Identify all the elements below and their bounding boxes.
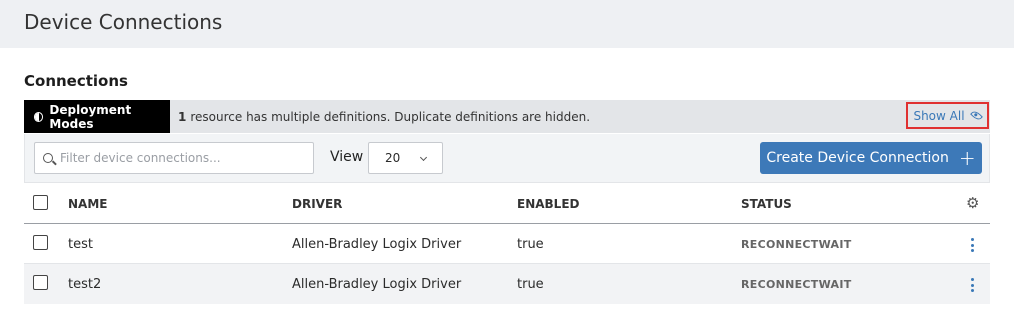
header-status[interactable]: STATUS [741, 184, 792, 224]
row-checkbox[interactable] [33, 275, 48, 290]
search-input[interactable] [60, 151, 300, 165]
row-driver: Allen-Bradley Logix Driver [292, 276, 462, 292]
show-all-label: Show All [913, 108, 965, 123]
row-checkbox[interactable] [33, 235, 48, 250]
page-header: Device Connections [0, 0, 1014, 48]
deployment-modes-bar: Deployment Modes 1 resource has multiple… [24, 100, 990, 133]
toolbar: View 20 Create Device Connection + [24, 134, 990, 183]
view-label: View [330, 149, 364, 165]
row-driver: Allen-Bradley Logix Driver [292, 236, 462, 252]
deployment-message: 1 resource has multiple definitions. Dup… [178, 100, 590, 133]
deployment-message-text: resource has multiple definitions. Dupli… [190, 109, 591, 124]
create-device-connection-button[interactable]: Create Device Connection + [760, 142, 982, 174]
row-status: RECONNECTWAIT [741, 277, 852, 291]
kebab-menu-icon[interactable] [971, 278, 975, 292]
section-title: Connections [24, 72, 128, 90]
table-row[interactable]: test2 Allen-Bradley Logix Driver true RE… [24, 264, 990, 304]
table-header-row: NAME DRIVER ENABLED STATUS ⚙ [24, 184, 990, 224]
deployment-modes-badge: Deployment Modes [24, 100, 170, 133]
half-circle-icon [34, 111, 44, 122]
select-all-checkbox[interactable] [33, 195, 48, 210]
header-name[interactable]: NAME [68, 184, 107, 224]
row-enabled: true [517, 276, 544, 292]
page-size-select[interactable]: 20 [368, 142, 443, 174]
page-size-value: 20 [385, 151, 401, 165]
create-button-label: Create Device Connection [766, 150, 949, 166]
kebab-menu-icon[interactable] [971, 238, 975, 252]
search-icon [43, 153, 53, 163]
chevron-down-icon [419, 153, 428, 162]
deployment-modes-label: Deployment Modes [49, 102, 132, 131]
connections-table: NAME DRIVER ENABLED STATUS ⚙ test Allen-… [24, 184, 990, 304]
header-enabled[interactable]: ENABLED [517, 184, 579, 224]
eye-icon [969, 109, 983, 122]
row-status: RECONNECTWAIT [741, 237, 852, 251]
row-enabled: true [517, 236, 544, 252]
show-all-button[interactable]: Show All [906, 102, 989, 129]
header-driver[interactable]: DRIVER [292, 184, 342, 224]
table-row[interactable]: test Allen-Bradley Logix Driver true REC… [24, 224, 990, 264]
row-name[interactable]: test2 [68, 264, 101, 304]
deployment-count: 1 [178, 109, 187, 124]
search-field[interactable] [34, 142, 314, 174]
page-title: Device Connections [24, 10, 223, 34]
plus-icon: + [958, 146, 976, 170]
row-name[interactable]: test [68, 224, 93, 264]
gear-icon[interactable]: ⚙ [966, 196, 980, 211]
